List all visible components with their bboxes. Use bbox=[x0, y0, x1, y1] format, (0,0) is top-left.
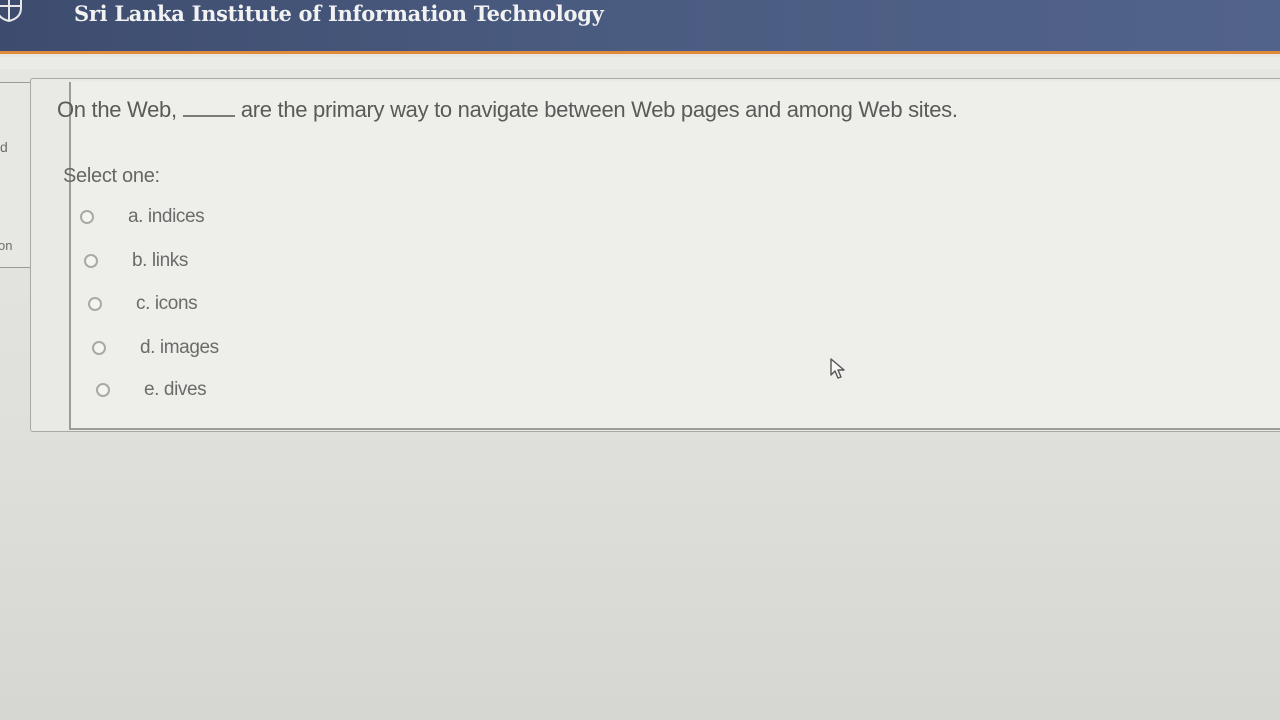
option-e-label[interactable]: e. dives bbox=[144, 379, 207, 401]
option-c[interactable]: c. icons bbox=[88, 293, 198, 315]
option-d-label[interactable]: d. images bbox=[140, 337, 219, 359]
question-card bbox=[30, 78, 1280, 432]
sidebar-fragment-bottom: on bbox=[0, 238, 13, 253]
mouse-pointer-icon bbox=[830, 358, 845, 379]
institute-title[interactable]: Sri Lanka Institute of Information Techn… bbox=[74, 0, 604, 28]
option-a-label[interactable]: a. indices bbox=[128, 206, 205, 228]
question-text: On the Web, are the primary way to naviga… bbox=[57, 97, 958, 123]
question-text-after: are the primary way to navigate between … bbox=[240, 97, 958, 122]
answer-blank bbox=[182, 97, 235, 117]
sidebar-fragment-top: d bbox=[0, 139, 8, 155]
option-e[interactable]: e. dives bbox=[96, 379, 207, 401]
site-header: Sri Lanka Institute of Information Techn… bbox=[0, 0, 1280, 54]
radio-button-b[interactable] bbox=[84, 254, 98, 268]
option-b-label[interactable]: b. links bbox=[132, 250, 188, 272]
question-content-box bbox=[69, 82, 1280, 430]
radio-button-d[interactable] bbox=[92, 341, 106, 355]
select-one-prompt: Select one: bbox=[63, 165, 160, 187]
option-d[interactable]: d. images bbox=[92, 337, 219, 359]
option-b[interactable]: b. links bbox=[84, 250, 188, 272]
radio-button-e[interactable] bbox=[96, 383, 110, 397]
header-strip bbox=[0, 57, 1280, 69]
option-a[interactable]: a. indices bbox=[80, 206, 205, 228]
option-c-label[interactable]: c. icons bbox=[136, 293, 198, 315]
radio-button-a[interactable] bbox=[80, 210, 94, 224]
screen: Sri Lanka Institute of Information Techn… bbox=[0, 0, 1280, 720]
crest-icon[interactable] bbox=[0, 0, 24, 22]
radio-button-c[interactable] bbox=[88, 297, 102, 311]
question-text-before: On the Web, bbox=[57, 97, 177, 122]
